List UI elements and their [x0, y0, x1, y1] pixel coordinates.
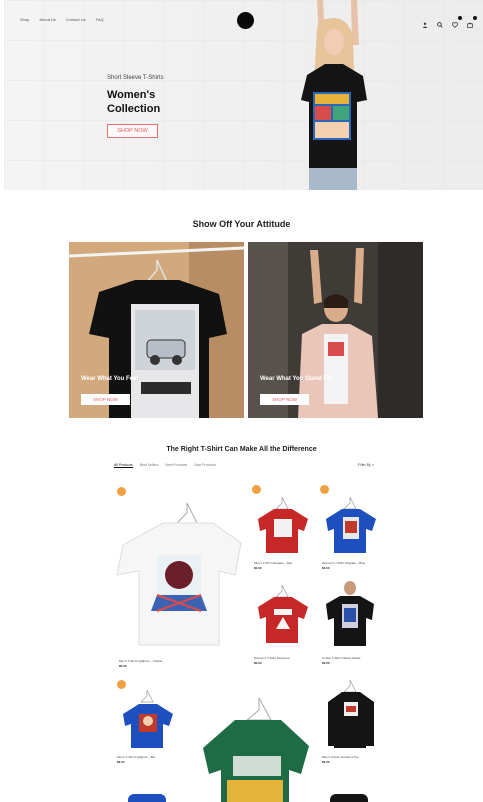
wishlist-count-badge: [458, 16, 462, 20]
product-image: [326, 496, 376, 553]
tile-shop-now-button[interactable]: SHOP NOW: [81, 394, 130, 405]
tab-best-sellers[interactable]: Best Sellers: [140, 463, 159, 468]
hero-shop-now-button[interactable]: SHOP NOW: [107, 124, 158, 138]
nav-item-faq[interactable]: FAQ: [96, 17, 104, 22]
product-tabs: All Products Best Sellers New Products S…: [114, 463, 216, 468]
product-name: Men's T-Shirt Lyallpore – Blu: [117, 755, 156, 759]
tile-caption: Wear What You Feel: [81, 376, 139, 382]
product-card[interactable]: Women's T-Shirt Nestpoint $0.00: [250, 585, 310, 670]
filter-icon: ≡: [371, 463, 374, 467]
tab-new-products[interactable]: New Products: [165, 463, 187, 468]
search-icon[interactable]: [437, 15, 443, 28]
product-price: $0.00: [254, 566, 262, 570]
product-name: Women's T-Shirt Shapalu – Blue: [322, 561, 366, 565]
product-image: [203, 697, 309, 802]
product-name: Men's T-Shirt Lyallpore – Charlie: [119, 659, 163, 663]
tile-caption: Wear What You Stand For: [260, 376, 334, 382]
product-price: $0.00: [254, 661, 262, 665]
tile-shop-now-button[interactable]: SHOP NOW: [260, 394, 309, 405]
filter-toggle[interactable]: Filter By ≡: [358, 463, 374, 467]
section-attitude-title: Show Off Your Attitude: [192, 219, 291, 229]
header-icons: [422, 15, 477, 28]
cart-icon[interactable]: [467, 15, 477, 28]
product-name: Men's T-Shirt Shapalu – Red: [254, 561, 293, 565]
wishlist-icon[interactable]: [451, 15, 462, 28]
product-price: $0.00: [322, 661, 330, 665]
product-price: $0.00: [119, 664, 127, 668]
product-card[interactable]: Men's T-Shirt Shapalu – Red $0.00: [250, 485, 310, 570]
product-image: [326, 581, 374, 646]
tile-tshirt-hanger-image: [69, 242, 244, 418]
product-price: $0.00: [117, 760, 125, 764]
hero-title-line1: Women's: [107, 89, 156, 101]
product-price: $0.00: [322, 760, 330, 764]
promo-tile-feel[interactable]: Wear What You Feel SHOP NOW: [69, 242, 244, 418]
hero-banner: Shop About Us Contact Us FAQ Short Sleev…: [4, 0, 483, 190]
hero-title-line2: Collection: [107, 103, 161, 115]
product-card[interactable]: Unisex T-Shirt Classic Model $0.00: [318, 580, 383, 670]
cart-count-badge: [473, 16, 477, 20]
user-icon[interactable]: [422, 15, 428, 28]
hero-model-image: [301, 0, 367, 190]
main-nav: Shop About Us Contact Us FAQ: [20, 17, 104, 22]
product-card[interactable]: Men's T-Shirt Lyallpore – Charlie $0.00: [113, 485, 243, 675]
tab-sale-products[interactable]: Sale Products: [194, 463, 216, 468]
site-logo[interactable]: [237, 12, 254, 29]
nav-item-about[interactable]: About Us: [39, 17, 55, 22]
product-card[interactable]: Women's T-Shirt Shapalu – Blue $0.00: [318, 485, 378, 570]
sale-badge: [252, 485, 261, 494]
product-name: Women's T-Shirt Nestpoint: [254, 656, 290, 660]
product-price: $0.00: [322, 566, 330, 570]
product-image: [123, 689, 173, 748]
tab-all-products[interactable]: All Products: [114, 463, 133, 468]
product-image: [258, 585, 308, 643]
product-name: Men's Unisex Hoodie & Tee: [322, 755, 359, 759]
nav-item-contact[interactable]: Contact Us: [66, 17, 86, 22]
hero-title: Women's Collection: [107, 88, 160, 116]
product-card[interactable]: Men's Unisex Hoodie & Tee $0.00: [318, 678, 383, 773]
product-card[interactable]: [197, 690, 312, 802]
product-card-partial[interactable]: [128, 794, 166, 802]
section-products-title: The Right T-Shirt Can Make All the Diffe…: [166, 446, 317, 453]
tile-woman-image: [248, 242, 423, 418]
nav-item-shop[interactable]: Shop: [20, 17, 29, 22]
product-card[interactable]: Men's T-Shirt Lyallpore – Blu $0.00: [113, 680, 178, 770]
product-card-partial[interactable]: [330, 794, 368, 802]
product-image: [116, 502, 242, 646]
product-name: Unisex T-Shirt Classic Model: [322, 656, 361, 660]
hero-subtitle: Short Sleeve T-Shirts: [107, 75, 164, 81]
sale-badge: [320, 485, 329, 494]
product-image: [258, 496, 308, 553]
promo-tile-stand-for[interactable]: Wear What You Stand For SHOP NOW: [248, 242, 423, 418]
product-image: [328, 679, 374, 748]
filter-label: Filter By: [358, 463, 371, 467]
